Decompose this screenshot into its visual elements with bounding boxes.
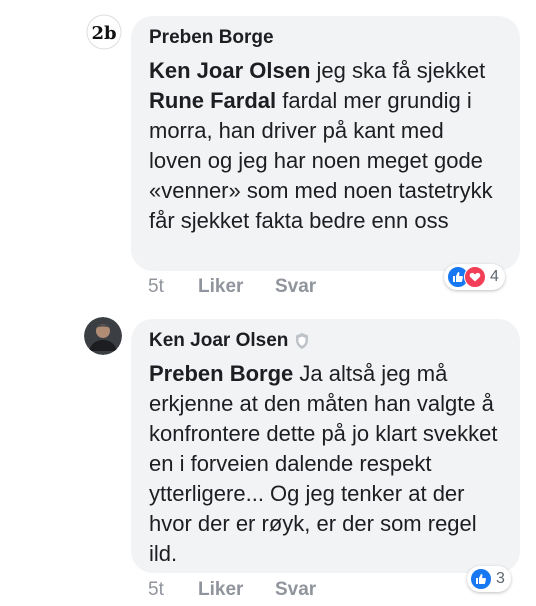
shield-icon xyxy=(294,332,310,350)
timestamp[interactable]: 5t xyxy=(148,579,198,601)
reaction-count: 4 xyxy=(490,268,499,285)
mention-link[interactable]: Preben Borge xyxy=(149,361,293,386)
reply-button[interactable]: Svar xyxy=(275,579,316,601)
comment-text-part: jeg ska få sjekket xyxy=(310,58,486,83)
love-icon xyxy=(464,266,486,288)
comment-text: Preben Borge Ja altså jeg må erkjenne at… xyxy=(149,359,502,569)
mention-link[interactable]: Ken Joar Olsen xyxy=(149,58,310,83)
comment-bubble: Preben Borge Ken Joar Olsen jeg ska få s… xyxy=(131,16,520,271)
timestamp[interactable]: 5t xyxy=(148,276,198,298)
avatar[interactable] xyxy=(84,317,122,355)
comment-bubble: Ken Joar Olsen Preben Borge Ja altså jeg… xyxy=(131,319,520,573)
author-name[interactable]: Ken Joar Olsen xyxy=(149,329,288,353)
like-icon xyxy=(470,568,492,590)
mention-link[interactable]: Rune Fardal xyxy=(149,88,276,113)
avatar-text: 2b xyxy=(91,23,116,44)
reaction-count: 3 xyxy=(496,570,505,587)
comment-actions: 5t Liker Svar xyxy=(148,579,316,601)
comment-author[interactable]: Preben Borge xyxy=(149,26,502,50)
avatar-logo-icon: 2b xyxy=(86,14,122,50)
comment-text: Ken Joar Olsen jeg ska få sjekket Rune F… xyxy=(149,56,502,236)
reactions-summary[interactable]: 3 xyxy=(467,566,511,592)
comment-text-part: Ja altså jeg må erkjenne at den måten ha… xyxy=(149,361,498,566)
like-button[interactable]: Liker xyxy=(198,579,275,601)
like-button[interactable]: Liker xyxy=(198,276,275,298)
avatar[interactable]: 2b xyxy=(86,14,122,50)
comment-actions: 5t Liker Svar xyxy=(148,276,316,298)
avatar-photo-icon xyxy=(84,317,122,355)
comment-author: Ken Joar Olsen xyxy=(149,329,502,353)
reply-button[interactable]: Svar xyxy=(275,276,316,298)
reactions-summary[interactable]: 4 xyxy=(444,264,505,290)
